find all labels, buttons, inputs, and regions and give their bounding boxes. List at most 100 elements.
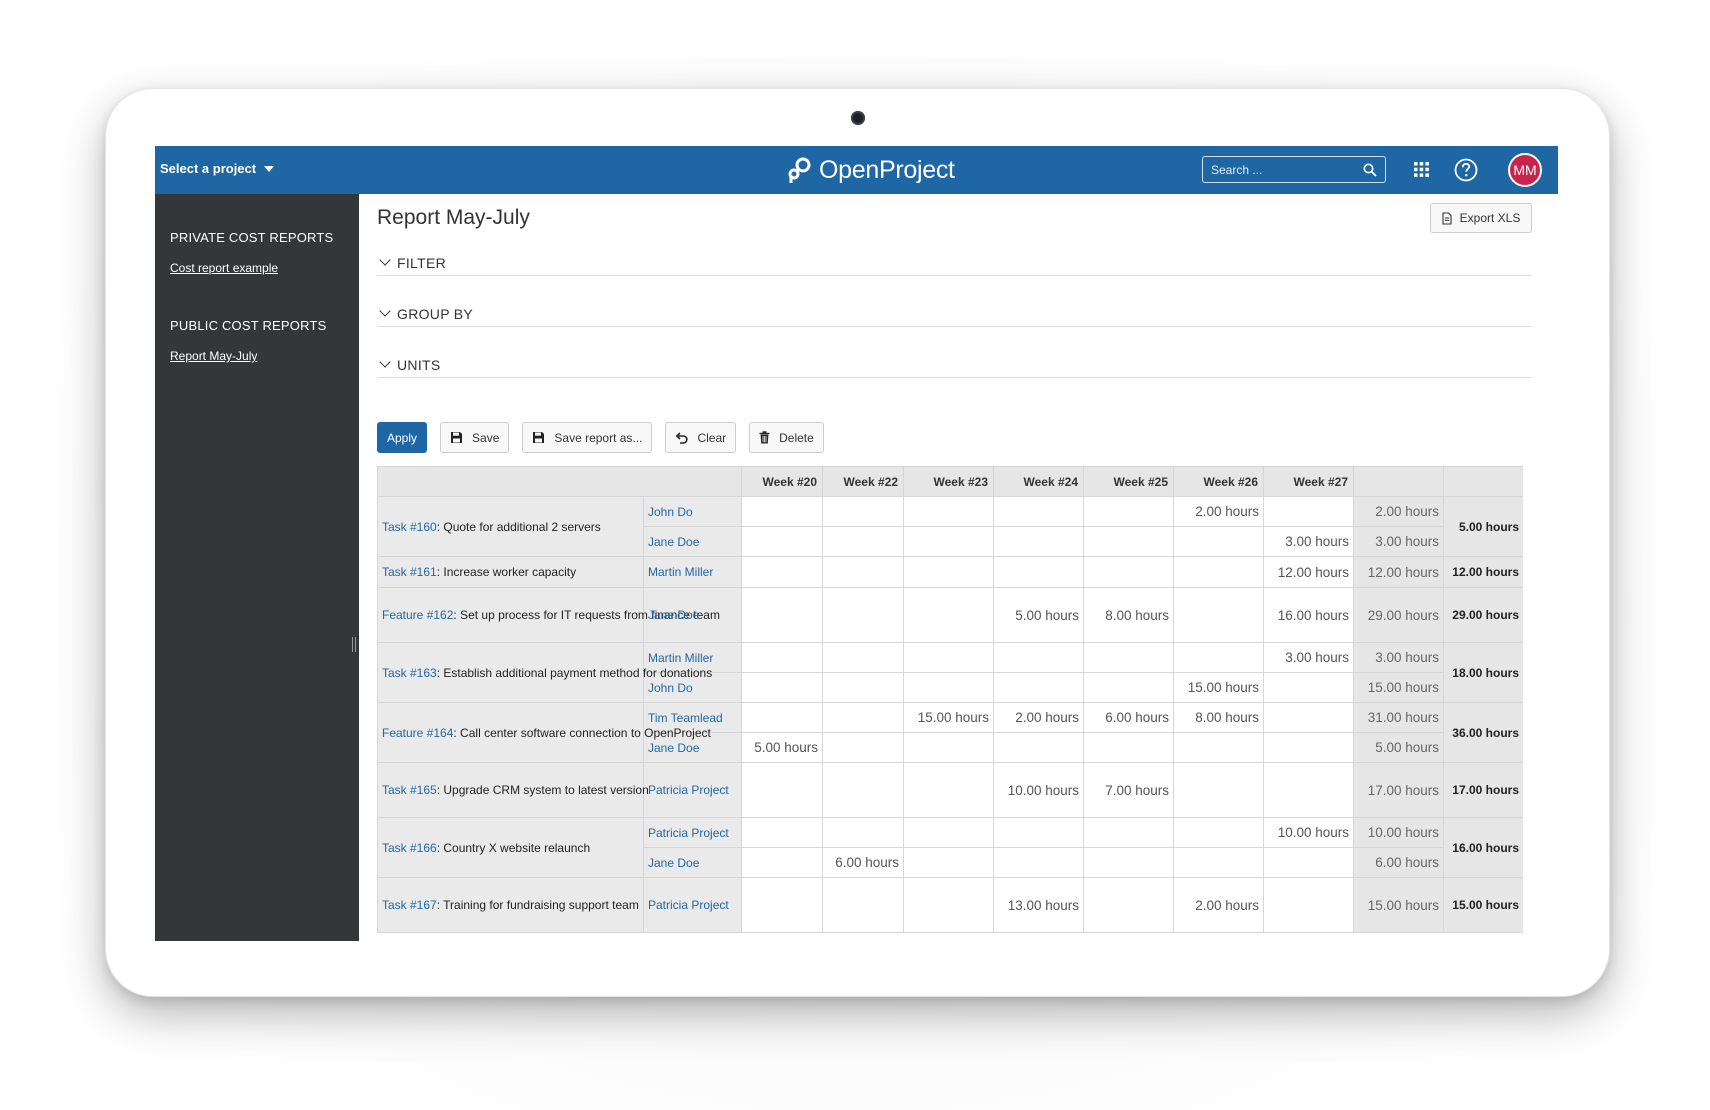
- hours-cell: 8.00 hours: [1083, 587, 1174, 643]
- hours-cell: [741, 556, 823, 588]
- hours-cell: [993, 556, 1084, 588]
- hours-cell: [1263, 496, 1354, 527]
- filter-section-toggle[interactable]: FILTER: [377, 250, 1532, 276]
- app-logo[interactable]: OpenProject: [785, 154, 955, 186]
- work-package-link[interactable]: Feature #164: [382, 726, 453, 740]
- work-package-link[interactable]: Task #165: [382, 783, 437, 797]
- user-link[interactable]: Jane Doe: [643, 526, 742, 557]
- hours-cell: [1263, 702, 1354, 733]
- group-by-section-toggle[interactable]: GROUP BY: [377, 301, 1532, 327]
- hours-cell: 16.00 hours: [1263, 587, 1354, 643]
- row-sum-cell: 15.00 hours: [1353, 877, 1444, 933]
- work-package-link[interactable]: Task #166: [382, 841, 437, 855]
- hours-cell: [822, 877, 904, 933]
- work-package-link[interactable]: Task #163: [382, 666, 437, 680]
- hours-cell: 13.00 hours: [993, 877, 1084, 933]
- hours-cell: [1263, 732, 1354, 763]
- hours-cell: [903, 496, 994, 527]
- work-package-link[interactable]: Feature #162: [382, 608, 453, 622]
- task-cell: Task #163: Establish additional payment …: [377, 642, 712, 703]
- floppy-disk-icon: [533, 432, 545, 443]
- group-total-cell: 36.00 hours: [1443, 702, 1523, 763]
- hours-cell: [903, 877, 994, 933]
- group-total-cell: 17.00 hours: [1443, 762, 1523, 818]
- hours-cell: 15.00 hours: [903, 702, 994, 733]
- work-package-title: : Call center software connection to Ope…: [453, 725, 711, 740]
- user-link[interactable]: Jane Doe: [643, 847, 742, 878]
- hours-cell: [1263, 847, 1354, 878]
- user-link[interactable]: Patricia Project: [643, 762, 742, 818]
- work-package-title: : Increase worker capacity: [436, 565, 577, 579]
- task-cell: Task #161: Increase worker capacity: [377, 556, 644, 588]
- search-input[interactable]: Search ...: [1202, 156, 1386, 183]
- hours-cell: [822, 496, 904, 527]
- work-package-title: : Country X website relaunch: [436, 840, 591, 855]
- work-package-link[interactable]: Task #160: [382, 520, 437, 534]
- hours-cell: [1173, 847, 1264, 878]
- hours-cell: [1083, 526, 1174, 557]
- hours-cell: 3.00 hours: [1263, 642, 1354, 673]
- hours-cell: [822, 587, 904, 643]
- apply-button[interactable]: Apply: [377, 422, 428, 453]
- hours-cell: [822, 642, 904, 673]
- user-link[interactable]: Patricia Project: [643, 817, 742, 848]
- main-content: Report May-July Export XLS FILTER GROUP …: [359, 194, 1558, 941]
- hours-cell: [1083, 732, 1174, 763]
- app-screen: Select a project OpenProject Search ...: [155, 146, 1558, 941]
- row-sum-cell: 29.00 hours: [1353, 587, 1444, 643]
- help-icon[interactable]: [1454, 158, 1478, 182]
- delete-button[interactable]: Delete: [749, 422, 824, 453]
- group-total-cell: 5.00 hours: [1443, 496, 1523, 557]
- sidebar-item-cost-report-example[interactable]: Cost report example: [170, 261, 278, 275]
- work-package-link[interactable]: Task #167: [382, 898, 437, 912]
- trash-icon: [759, 431, 770, 444]
- save-button[interactable]: Save: [440, 422, 510, 453]
- hours-cell: [1263, 762, 1354, 818]
- hours-cell: [741, 526, 823, 557]
- group-total-cell: 18.00 hours: [1443, 642, 1523, 703]
- table-body: Task #160: Quote for additional 2 server…: [377, 496, 1523, 933]
- floppy-disk-icon: [451, 432, 463, 443]
- sidebar-resize-handle[interactable]: [352, 637, 356, 652]
- hours-cell: [822, 732, 904, 763]
- row-sum-cell: 6.00 hours: [1353, 847, 1444, 878]
- hours-cell: [1083, 556, 1174, 588]
- project-select[interactable]: Select a project: [160, 161, 275, 176]
- undo-icon: [676, 431, 689, 444]
- hours-cell: [741, 587, 823, 643]
- chevron-down-icon: [379, 356, 391, 368]
- hours-cell: [741, 877, 823, 933]
- user-link[interactable]: John Do: [643, 496, 742, 527]
- export-xls-label: Export XLS: [1459, 211, 1521, 225]
- sidebar: PRIVATE COST REPORTS Cost report example…: [155, 194, 359, 941]
- search-icon[interactable]: [1363, 163, 1377, 177]
- hours-cell: [1173, 762, 1264, 818]
- hours-cell: [822, 762, 904, 818]
- column-header: Week #24: [993, 466, 1084, 497]
- save-report-as-button[interactable]: Save report as...: [522, 422, 653, 453]
- header-blank: [377, 466, 742, 497]
- hours-cell: 6.00 hours: [822, 847, 904, 878]
- camera-dot: [851, 111, 865, 125]
- user-link[interactable]: Patricia Project: [643, 877, 742, 933]
- caret-down-icon: [264, 165, 275, 172]
- apps-grid-icon[interactable]: [1414, 162, 1429, 177]
- hours-cell: [1083, 877, 1174, 933]
- project-select-label: Select a project: [160, 161, 257, 176]
- header-total-blank: [1443, 466, 1523, 497]
- user-avatar[interactable]: MM: [1508, 153, 1542, 187]
- user-link[interactable]: Jane Doe: [643, 587, 742, 643]
- units-section-toggle[interactable]: UNITS: [377, 352, 1532, 378]
- hours-cell: [1173, 526, 1264, 557]
- logo-text: OpenProject: [819, 155, 955, 184]
- hours-cell: 6.00 hours: [1083, 702, 1174, 733]
- user-link[interactable]: Martin Miller: [643, 556, 742, 588]
- clear-button[interactable]: Clear: [665, 422, 737, 453]
- export-xls-button[interactable]: Export XLS: [1430, 203, 1532, 233]
- table-row: Task #167: Training for fundraising supp…: [377, 877, 1523, 933]
- sidebar-item-report-may-july[interactable]: Report May-July: [170, 349, 257, 363]
- task-cell: Task #165: Upgrade CRM system to latest …: [377, 762, 649, 818]
- hours-cell: 10.00 hours: [1263, 817, 1354, 848]
- row-sum-cell: 5.00 hours: [1353, 732, 1444, 763]
- work-package-link[interactable]: Task #161: [382, 565, 437, 579]
